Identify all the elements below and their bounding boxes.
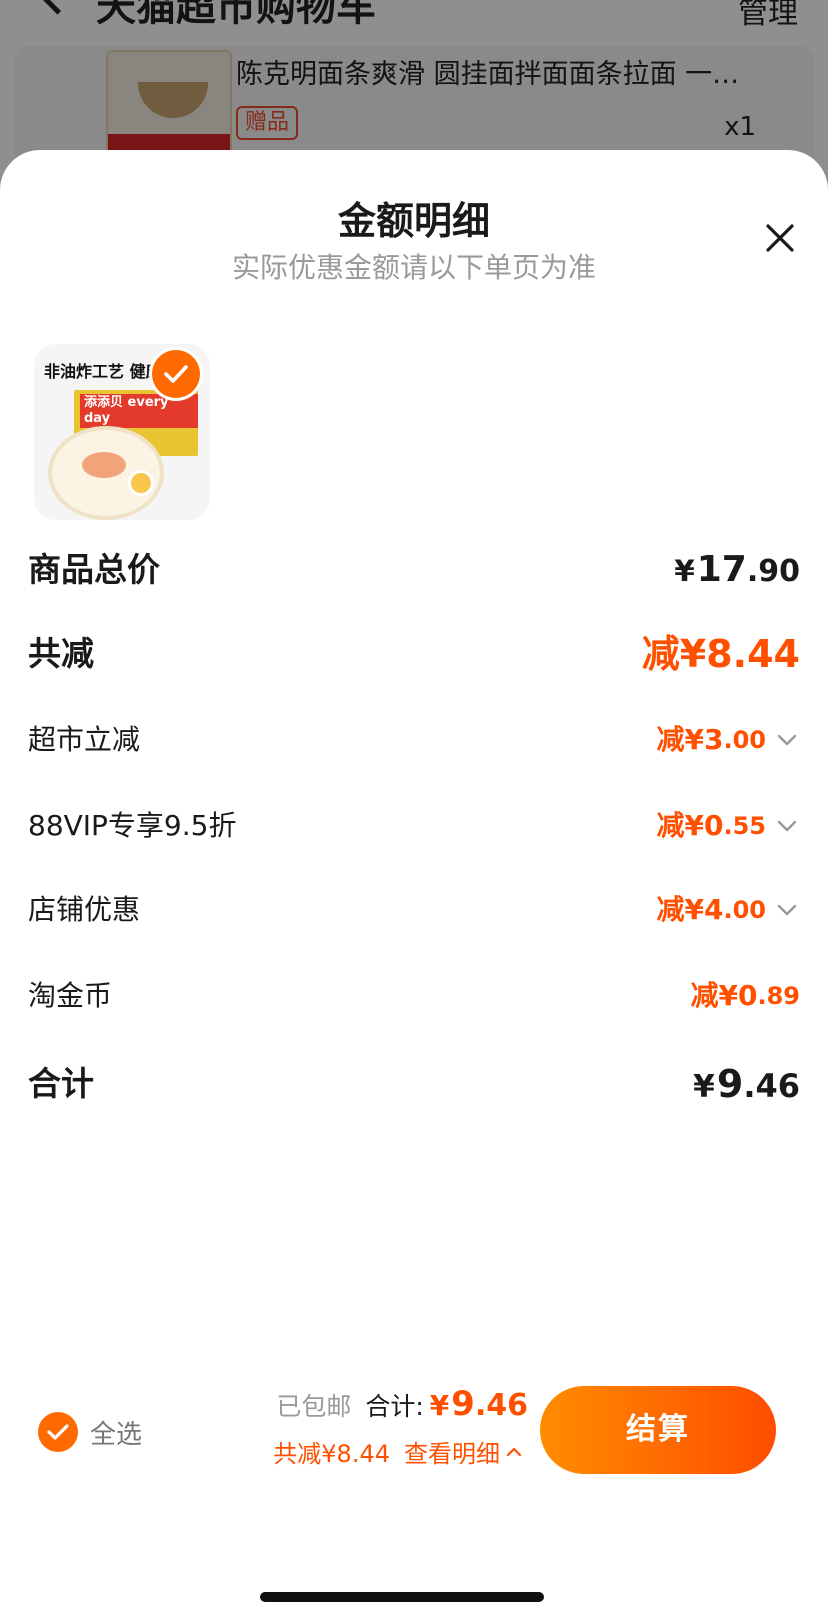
noodle-bowl-image xyxy=(48,426,164,520)
vip-discount-value: 减¥ 0.55 xyxy=(657,796,800,856)
sum-line: 已包邮 合计: ¥9.46 xyxy=(276,1384,528,1424)
checkout-bar: 全选 已包邮 合计: ¥9.46 共减¥8.44 查看明细 结算 xyxy=(0,1380,828,1510)
total-discount-label: 共减 xyxy=(28,634,94,673)
vip-discount-label: 88VIP专享9.5折 xyxy=(28,809,237,842)
row-vip-discount[interactable]: 88VIP专享9.5折 减¥ 0.55 xyxy=(28,796,800,856)
home-indicator[interactable] xyxy=(260,1592,544,1602)
select-all-label: 全选 xyxy=(90,1419,143,1450)
total-price-value: ¥17.90 xyxy=(674,549,800,590)
row-coin-discount: 淘金币 减¥ 0.89 xyxy=(28,966,800,1026)
store-discount-value: 减¥ 4.00 xyxy=(657,880,800,940)
coin-discount-value: 减¥ 0.89 xyxy=(690,979,800,1012)
close-button[interactable] xyxy=(756,214,804,262)
select-all-toggle[interactable]: 全选 xyxy=(38,1412,142,1452)
chevron-down-icon xyxy=(774,897,800,923)
saved-amount: 共减¥8.44 xyxy=(273,1440,390,1468)
close-icon xyxy=(766,224,794,252)
product-banner-text: 非油炸工艺 健康 xyxy=(44,362,162,381)
supermarket-discount-value: 减¥ 3.00 xyxy=(657,710,800,770)
product-brand-text: 添添贝 every day xyxy=(80,394,198,428)
checkmark-icon xyxy=(164,365,188,383)
sheet-subtitle: 实际优惠金额请以下单页为准 xyxy=(231,251,596,284)
product-select-checkbox[interactable] xyxy=(152,350,200,398)
chevron-down-icon xyxy=(774,727,800,753)
supermarket-discount-label: 超市立减 xyxy=(28,723,141,756)
checkmark-icon xyxy=(47,1424,69,1440)
chevron-down-icon xyxy=(774,813,800,839)
subtotal-value: ¥9.46 xyxy=(693,1062,800,1106)
free-shipping-label: 已包邮 xyxy=(276,1392,352,1421)
coin-discount-label: 淘金币 xyxy=(28,979,113,1012)
row-subtotal: 合计 ¥9.46 xyxy=(28,1054,800,1114)
amount-detail-sheet: 金额明细 实际优惠金额请以下单页为准 非油炸工艺 健康 添添贝 every da… xyxy=(0,150,828,1620)
view-detail-link[interactable]: 查看明细 xyxy=(404,1434,500,1469)
sum-label: 合计: xyxy=(365,1392,424,1421)
sheet-title: 金额明细 xyxy=(337,199,490,243)
screen: 天猫超市购物车 管理 陈克明面条爽滑 圆挂面拌面面条拉面 一… 赠品 x1 金额… xyxy=(0,0,828,1620)
row-total-price: 商品总价 ¥17.90 xyxy=(28,540,800,600)
row-total-discount: 共减 减¥8.44 xyxy=(28,624,800,684)
view-detail-toggle[interactable]: 共减¥8.44 查看明细 xyxy=(273,1434,524,1469)
total-price-label: 商品总价 xyxy=(28,550,160,589)
total-discount-value: 减¥8.44 xyxy=(641,632,800,676)
checkout-button[interactable]: 结算 xyxy=(540,1386,776,1474)
row-supermarket-discount[interactable]: 超市立减 减¥ 3.00 xyxy=(28,710,800,770)
sum-amount: ¥9.46 xyxy=(429,1384,528,1424)
chevron-up-icon xyxy=(504,1442,524,1462)
store-discount-label: 店铺优惠 xyxy=(28,893,141,926)
select-all-checkbox[interactable] xyxy=(38,1412,78,1452)
subtotal-label: 合计 xyxy=(28,1064,94,1103)
row-store-discount[interactable]: 店铺优惠 减¥ 4.00 xyxy=(28,880,800,940)
